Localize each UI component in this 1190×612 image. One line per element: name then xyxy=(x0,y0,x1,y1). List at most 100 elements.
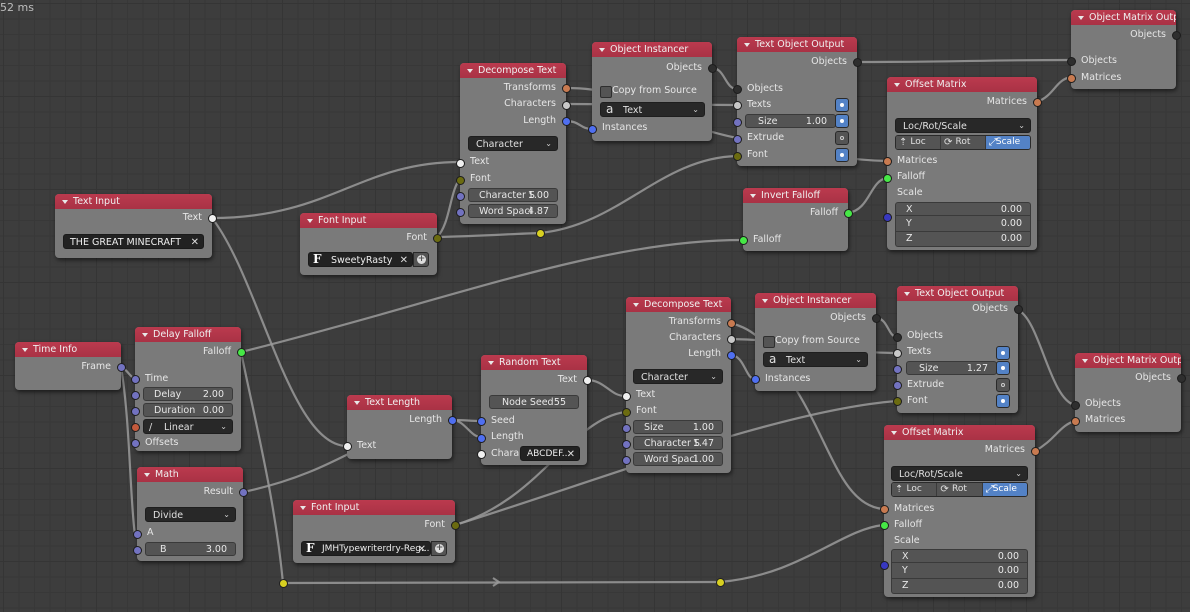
open-font-button[interactable]: + xyxy=(413,252,429,267)
socket-matrices-in[interactable] xyxy=(880,505,889,514)
socket-objects-out[interactable] xyxy=(853,58,862,67)
mode-dropdown[interactable]: Character ⌄ xyxy=(633,369,723,384)
node-object-matrix-output[interactable]: Object Matrix Output Objects Objects Mat… xyxy=(1067,10,1181,89)
socket-matrices-in[interactable] xyxy=(883,157,892,166)
socket-objects-in[interactable] xyxy=(1067,57,1076,66)
node-math[interactable]: Math Result Divide ⌄ A B 3.00 xyxy=(133,467,248,561)
collapse-triangle-icon[interactable] xyxy=(744,43,750,47)
node-text-length[interactable]: Text Length Length Text xyxy=(343,395,457,459)
socket-transforms-out[interactable] xyxy=(562,84,571,93)
collapse-triangle-icon[interactable] xyxy=(142,333,148,337)
scale-z-field[interactable]: Z 0.00 xyxy=(895,232,1031,247)
socket-delay-in[interactable] xyxy=(131,391,140,400)
node-header[interactable]: Text Object Output xyxy=(737,37,857,52)
socket-falloff-out[interactable] xyxy=(237,348,246,357)
socket-font-out[interactable] xyxy=(433,234,442,243)
node-header[interactable]: Text Object Output xyxy=(897,286,1018,301)
character-spacing-field[interactable]: Character S 1.47 xyxy=(633,436,723,450)
node-object-matrix-output[interactable]: Object Matrix Output Objects Objects Mat… xyxy=(1071,353,1186,432)
word-spacing-field[interactable]: Word Spaci 4.87 xyxy=(468,204,558,218)
socket-time-in[interactable] xyxy=(131,375,140,384)
socket-falloff-in[interactable] xyxy=(880,521,889,530)
socket-objects-in[interactable] xyxy=(1071,401,1080,410)
socket-font-in[interactable] xyxy=(733,152,742,161)
extrude-toggle[interactable] xyxy=(996,378,1010,392)
node-offset-matrix[interactable]: Offset Matrix Matrices Loc/Rot/Scale ⌄ ⇡ L… xyxy=(880,425,1040,597)
node-text-input[interactable]: Text Input Text THE GREAT MINECRAFT ✕ xyxy=(55,194,217,258)
mode-dropdown[interactable]: Character ⌄ xyxy=(468,136,558,151)
socket-objects-out[interactable] xyxy=(872,314,881,323)
rot-toggle[interactable]: ⟳ Rot xyxy=(937,483,983,496)
socket-font-out[interactable] xyxy=(451,521,460,530)
socket-a-in[interactable] xyxy=(133,530,142,539)
collapse-triangle-icon[interactable] xyxy=(22,348,28,352)
node-invert-falloff[interactable]: Invert Falloff Falloff Falloff xyxy=(739,188,853,251)
clear-icon[interactable]: ✕ xyxy=(191,235,199,248)
clear-icon[interactable]: ✕ xyxy=(418,542,426,555)
font-toggle[interactable] xyxy=(835,148,849,162)
node-header[interactable]: Text Length xyxy=(347,395,452,410)
scale-z-field[interactable]: Z 0.00 xyxy=(891,579,1028,594)
node-header[interactable]: Delay Falloff xyxy=(135,327,241,342)
node-seed-field[interactable]: Node Seed 55 xyxy=(489,395,579,409)
socket-length-out[interactable] xyxy=(562,117,571,126)
node-header[interactable]: Font Input xyxy=(300,213,437,228)
collapse-triangle-icon[interactable] xyxy=(891,431,897,435)
characters-input[interactable]: ABCDEF... ✕ xyxy=(520,446,580,461)
size-toggle[interactable] xyxy=(996,361,1010,375)
node-header[interactable]: Font Input xyxy=(293,500,455,515)
socket-font-in[interactable] xyxy=(893,397,902,406)
socket-text-in[interactable] xyxy=(343,442,352,451)
socket-float-in[interactable] xyxy=(622,456,631,465)
node-random-text[interactable]: Random Text Text Node Seed 55 Seed Length… xyxy=(477,355,592,465)
scale-x-field[interactable]: X 0.00 xyxy=(895,202,1031,216)
scale-y-field[interactable]: Y 0.00 xyxy=(891,563,1028,579)
socket-falloff-in[interactable] xyxy=(883,174,892,183)
collapse-triangle-icon[interactable] xyxy=(599,48,605,52)
loc-toggle[interactable]: ⇡ Loc xyxy=(896,136,941,149)
collapse-triangle-icon[interactable] xyxy=(300,506,306,510)
socket-size-in[interactable] xyxy=(893,365,902,374)
socket-font-in[interactable] xyxy=(456,176,465,185)
node-font-input[interactable]: Font Input Font F JMHTypewriterdry-Reg...… xyxy=(293,500,460,563)
collapse-triangle-icon[interactable] xyxy=(1078,16,1084,20)
size-field[interactable]: Size 1.00 xyxy=(745,114,836,128)
interpolation-dropdown[interactable]: / Linear ⌄ xyxy=(143,419,233,434)
node-header[interactable]: Time Info xyxy=(15,342,121,357)
socket-matrices-in[interactable] xyxy=(1067,74,1076,83)
node-header[interactable]: Decompose Text xyxy=(626,297,731,312)
socket-texts-in[interactable] xyxy=(733,101,742,110)
node-offset-matrix[interactable]: Offset Matrix Matrices Loc/Rot/Scale ⌄ ⇡ L… xyxy=(883,77,1042,250)
socket-length-out[interactable] xyxy=(727,351,736,360)
socket-chara-in[interactable] xyxy=(477,450,486,459)
node-header[interactable]: Math xyxy=(137,467,243,482)
loc-toggle[interactable]: ⇡ Loc xyxy=(892,483,938,496)
scale-y-field[interactable]: Y 0.00 xyxy=(895,216,1031,232)
operation-dropdown[interactable]: Divide ⌄ xyxy=(145,507,236,522)
rot-toggle[interactable]: ⟳ Rot xyxy=(941,136,986,149)
socket-text-out[interactable] xyxy=(208,214,217,223)
collapse-triangle-icon[interactable] xyxy=(894,83,900,87)
texts-toggle[interactable] xyxy=(996,346,1010,360)
collapse-triangle-icon[interactable] xyxy=(750,194,756,198)
node-header[interactable]: Text Input xyxy=(55,194,212,209)
size-field[interactable]: Size 1.27 xyxy=(906,361,997,375)
node-header[interactable]: Object Matrix Output xyxy=(1071,10,1176,25)
socket-matrices-in[interactable] xyxy=(1071,417,1080,426)
socket-result-out[interactable] xyxy=(239,488,248,497)
object-type-dropdown[interactable]: a Text ⌄ xyxy=(600,102,705,117)
socket-matrices-out[interactable] xyxy=(1031,447,1040,456)
open-font-button[interactable]: + xyxy=(431,541,447,556)
socket-duration-in[interactable] xyxy=(131,407,140,416)
node-header[interactable]: Object Instancer xyxy=(755,293,876,308)
socket-objects-out[interactable] xyxy=(708,64,717,73)
socket-matrices-out[interactable] xyxy=(1033,98,1042,107)
socket-length-in[interactable] xyxy=(477,434,486,443)
node-header[interactable]: Random Text xyxy=(481,355,587,370)
socket-size-in[interactable] xyxy=(733,118,742,127)
node-object-instancer[interactable]: Object Instancer Objects Copy from Sourc… xyxy=(751,293,881,391)
node-header[interactable]: Invert Falloff xyxy=(743,188,848,203)
socket-vector-in[interactable] xyxy=(883,213,892,222)
mode-dropdown[interactable]: Loc/Rot/Scale ⌄ xyxy=(891,466,1028,481)
socket-objects-out[interactable] xyxy=(1014,305,1023,314)
